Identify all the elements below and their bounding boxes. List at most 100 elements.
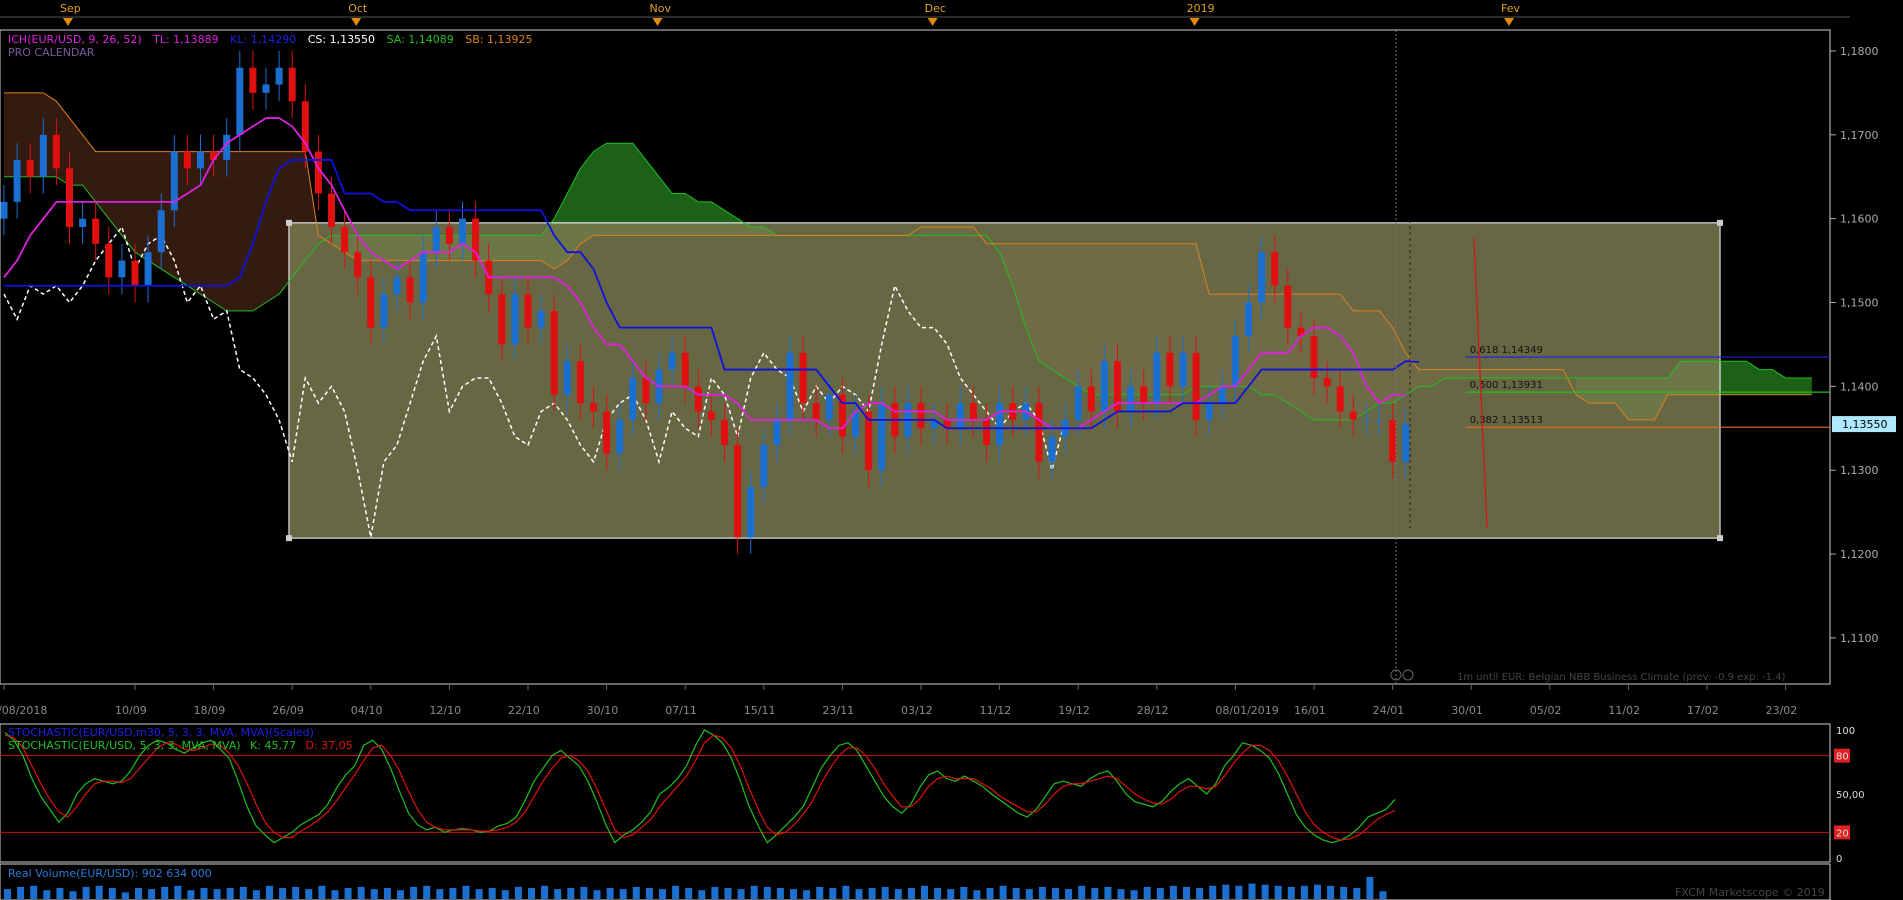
candle-body <box>1127 386 1135 412</box>
candle-body <box>105 243 113 278</box>
candle-body <box>1284 285 1292 328</box>
date-tick-label: 23/11 <box>822 704 854 717</box>
span-b-value: SB: 1,13925 <box>465 33 532 46</box>
candle-body <box>157 210 165 253</box>
candle-body <box>1336 386 1344 412</box>
volume-bar <box>593 890 601 899</box>
volume-bar <box>4 889 11 899</box>
stochastic-overlay-label[interactable]: STOCHASTIC(EUR/USD,m30, 5, 3, 3, MVA, MV… <box>8 726 314 739</box>
volume-bar <box>501 890 509 899</box>
candle-body <box>1035 403 1043 462</box>
price-axis: 1,1800 1,1700 1,1600 1,1500 1,1400 1,1300 1,12… <box>1830 45 1896 645</box>
candle-body <box>445 227 453 244</box>
volume-bar <box>187 890 195 899</box>
candle-body <box>773 419 781 446</box>
volume-bar <box>1340 886 1348 899</box>
stochastic-tick-label: 0 <box>1836 854 1842 865</box>
volume-bar <box>645 888 653 899</box>
candle-body <box>1389 419 1397 462</box>
volume-bar <box>947 889 955 899</box>
candle-body <box>747 486 755 538</box>
volume-bar <box>632 886 640 899</box>
date-tick-label: 07/11 <box>665 704 697 717</box>
volume-bar <box>95 885 103 899</box>
candle-body <box>694 386 702 412</box>
volume-bar <box>305 889 313 899</box>
month-label: 2019 <box>1187 2 1215 15</box>
volume-bar <box>868 888 876 899</box>
stochastic-k-value: K: 45,77 <box>250 739 296 752</box>
volume-bar <box>803 890 811 899</box>
candle-body <box>760 445 768 487</box>
volume-bar <box>82 886 90 899</box>
pro-calendar-label[interactable]: PRO CALENDAR <box>8 46 95 59</box>
candle-body <box>118 260 126 278</box>
candle-body <box>1100 361 1108 412</box>
volume-bar <box>226 888 234 899</box>
month-marker-icon <box>1189 18 1200 26</box>
volume-bar <box>1353 888 1361 899</box>
volume-bar <box>1130 890 1138 899</box>
candle-body <box>131 260 139 286</box>
volume-bar <box>619 889 627 899</box>
volume-bar <box>1248 883 1256 899</box>
volume-bar <box>1143 886 1151 899</box>
date-tick-label: 18/09 <box>194 704 226 717</box>
month-marker-icon <box>351 18 362 26</box>
volume-bar <box>1196 888 1204 899</box>
volume-bar <box>161 886 169 899</box>
volume-bar <box>121 892 129 899</box>
volume-bar <box>1052 888 1059 899</box>
candle-body <box>328 193 335 228</box>
candle-body <box>681 352 689 387</box>
date-axis: 27/08/2018 10/09 18/09 26/09 04/10 12/10 22/10… <box>0 684 1797 717</box>
stochastic-d-value: D: 37,05 <box>305 739 352 752</box>
volume-bar <box>69 891 77 899</box>
candle-body <box>524 294 532 328</box>
fib-handle[interactable] <box>1717 219 1723 226</box>
volume-bar <box>934 888 942 899</box>
candle-body <box>1140 386 1148 404</box>
volume-bar <box>148 889 156 899</box>
volume-panel-frame <box>0 863 1831 900</box>
volume-bar <box>881 886 889 899</box>
candle-body <box>472 218 480 261</box>
date-tick-label: 08/01/2019 <box>1215 704 1278 717</box>
volume-bar <box>986 888 994 899</box>
candle-body <box>275 67 283 85</box>
candle-body <box>367 277 375 328</box>
month-marker-icon <box>652 18 663 26</box>
volume-bar <box>488 888 496 899</box>
candle-body <box>734 445 742 538</box>
candle-body <box>576 361 584 404</box>
volume-bar <box>1025 889 1033 899</box>
candle-body <box>616 419 624 454</box>
candle-body <box>498 294 506 345</box>
volume-bar <box>1104 886 1112 899</box>
volume-bar <box>514 886 522 899</box>
volume-bar <box>462 885 470 899</box>
volume-bar <box>239 886 247 899</box>
date-tick-label: 30/01 <box>1451 704 1483 717</box>
volume-bar <box>436 889 444 899</box>
candle-body <box>1310 336 1318 378</box>
fib-handle[interactable] <box>1717 535 1723 542</box>
stochastic-axis: 100 80 50,00 20 0 <box>1834 726 1865 865</box>
volume-bar <box>30 885 38 899</box>
ich-indicator-label[interactable]: ICH(EUR/USD, 9, 26, 52) TL: 1,13889 KL: … <box>8 33 533 46</box>
fib-handle[interactable] <box>286 535 292 542</box>
top-month-axis: Sep Oct Nov Dec 2019 Fev <box>0 2 1850 26</box>
volume-bar <box>776 888 784 899</box>
ich-label: ICH(EUR/USD, 9, 26, 52) <box>8 33 142 46</box>
event-note[interactable]: 1m until EUR: Belgian NBB Business Clima… <box>1457 672 1786 683</box>
candle-body <box>629 377 637 420</box>
candle-body <box>66 168 73 228</box>
volume-bar <box>829 888 837 899</box>
fib-handle[interactable] <box>286 219 292 226</box>
volume-bar <box>1065 889 1073 899</box>
candle-body <box>878 403 886 471</box>
volume-bar <box>894 889 902 899</box>
month-marker-icon <box>927 18 938 26</box>
candle-body <box>563 361 571 395</box>
volume-label[interactable]: Real Volume(EUR/USD): 902 634 000 <box>8 867 212 880</box>
